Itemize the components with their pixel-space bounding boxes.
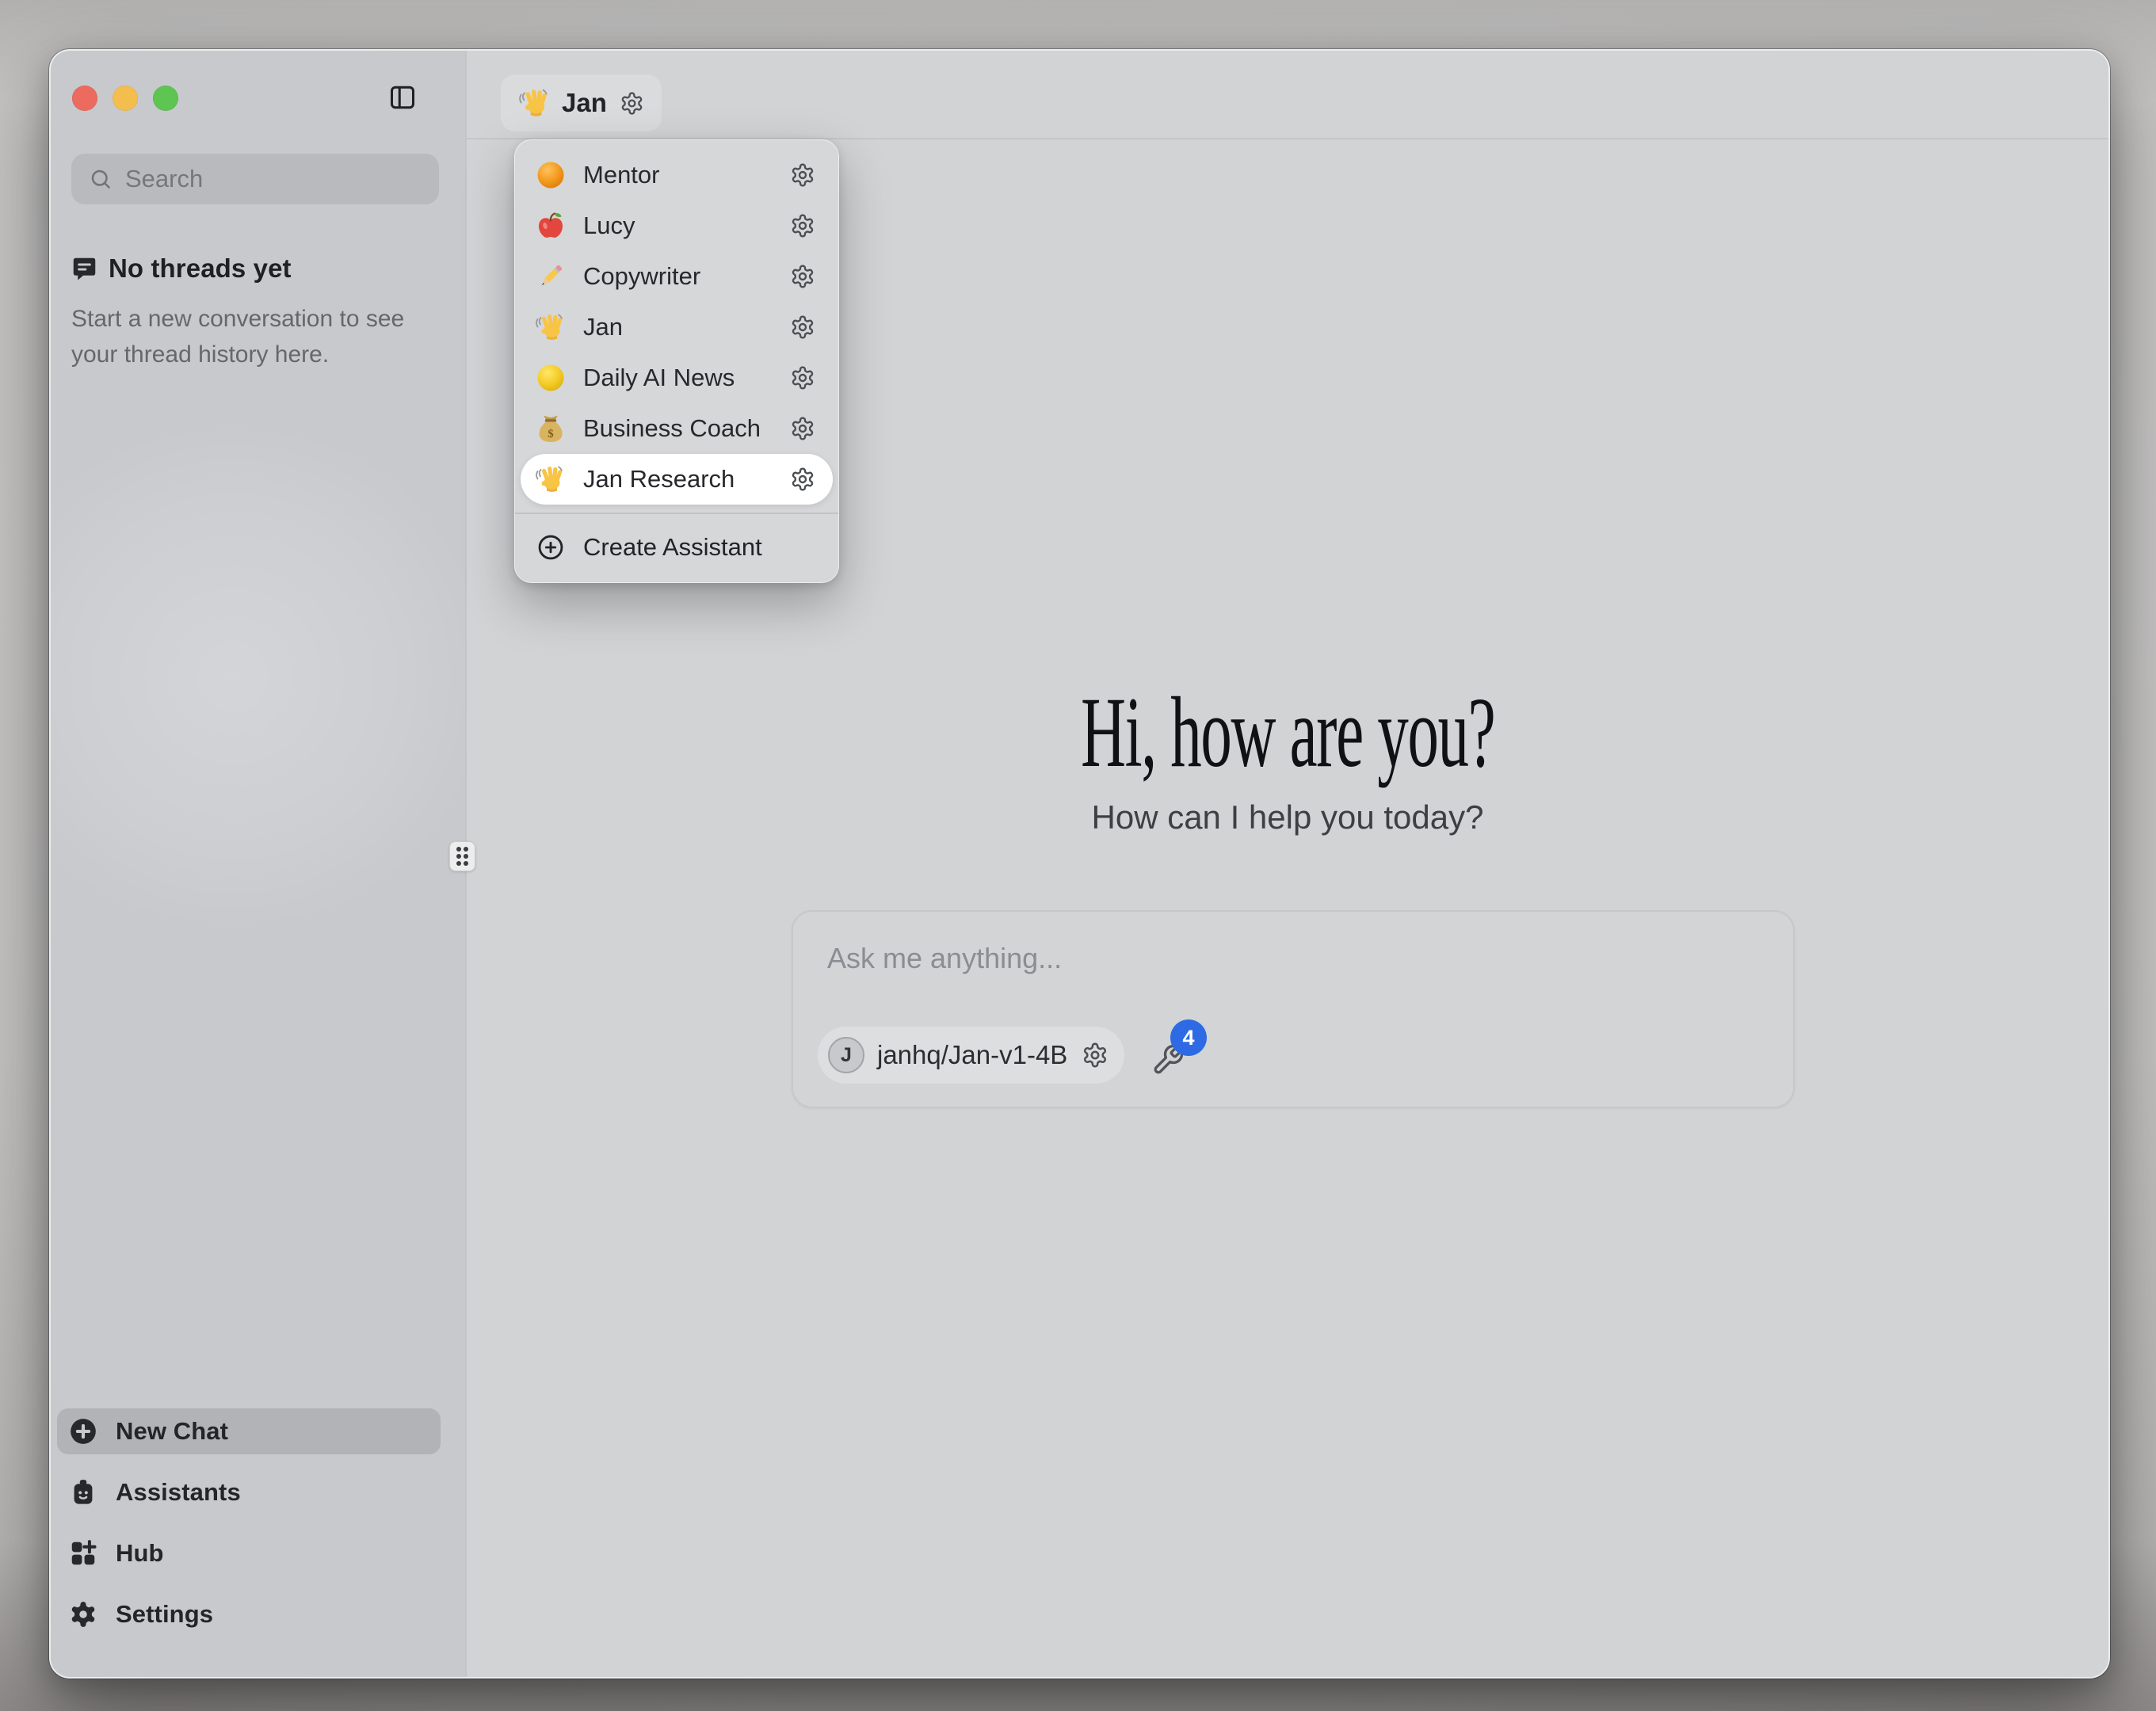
gear-icon[interactable]	[790, 162, 815, 188]
gear-icon	[68, 1599, 98, 1629]
assistant-menu-item-daily-ai-news[interactable]: Daily AI News	[521, 352, 833, 403]
plus-circle-icon	[536, 533, 565, 562]
assistant-menu-item-mentor[interactable]: Mentor	[521, 150, 833, 200]
assistant-menu-item-lucy[interactable]: Lucy	[521, 200, 833, 251]
assistant-menu-item-jan[interactable]: Jan	[521, 302, 833, 352]
traffic-lights	[72, 86, 178, 111]
create-assistant-button[interactable]: Create Assistant	[521, 522, 833, 573]
waving-hand-icon	[535, 311, 567, 343]
assistant-menu-item-jan-research[interactable]: Jan Research	[521, 454, 833, 505]
waving-hand-icon	[535, 463, 567, 495]
panel-left-icon	[388, 83, 417, 112]
empty-state-title: No threads yet	[109, 253, 292, 284]
main-area: Jan Mentor Lucy Copywriter	[467, 51, 2108, 1677]
gear-icon[interactable]	[790, 213, 815, 238]
tools-count-badge: 4	[1170, 1019, 1207, 1056]
gear-icon[interactable]	[790, 416, 815, 441]
money-bag-icon	[535, 413, 567, 444]
gear-icon[interactable]	[790, 365, 815, 391]
threads-empty-state: No threads yet Start a new conversation …	[71, 253, 428, 372]
menu-separator	[515, 513, 838, 514]
assistant-menu-item-copywriter[interactable]: Copywriter	[521, 251, 833, 302]
gear-icon[interactable]	[790, 264, 815, 289]
assistant-selector-button[interactable]: Jan	[501, 74, 662, 131]
desktop-background: Search No threads yet Start a new conver…	[0, 0, 2156, 1711]
sidebar-item-assistants[interactable]: Assistants	[57, 1469, 441, 1515]
sidebar: Search No threads yet Start a new conver…	[51, 51, 465, 1677]
yellow-circle-icon	[535, 362, 567, 394]
greeting-title: Hi, how are you?	[467, 681, 2108, 814]
empty-state-description: Start a new conversation to see your thr…	[71, 301, 428, 372]
sidebar-item-settings[interactable]: Settings	[57, 1591, 441, 1637]
chat-composer[interactable]: Ask me anything... J janhq/Jan-v1-4B 4	[792, 910, 1795, 1108]
maximize-window-button[interactable]	[153, 86, 178, 111]
model-name: janhq/Jan-v1-4B	[877, 1040, 1067, 1070]
model-selector-button[interactable]: J janhq/Jan-v1-4B	[818, 1027, 1124, 1084]
assistant-settings-icon[interactable]	[620, 91, 644, 116]
sidebar-resize-handle[interactable]	[449, 841, 475, 871]
composer-placeholder: Ask me anything...	[827, 942, 1062, 975]
gear-icon[interactable]	[790, 314, 815, 340]
model-settings-gear-icon[interactable]	[1082, 1042, 1109, 1069]
red-apple-icon	[535, 210, 567, 242]
minimize-window-button[interactable]	[113, 86, 138, 111]
grid-plus-icon	[68, 1538, 98, 1568]
assistant-selector-label: Jan	[562, 88, 607, 118]
empty-state-title-row: No threads yet	[71, 253, 428, 284]
tools-button[interactable]: 4	[1151, 1031, 1199, 1086]
greeting-subtitle: How can I help you today?	[467, 798, 2108, 836]
search-placeholder: Search	[125, 165, 203, 193]
plus-circle-icon	[68, 1416, 98, 1446]
jan-app-window: Search No threads yet Start a new conver…	[49, 49, 2110, 1679]
search-input[interactable]: Search	[71, 154, 439, 204]
assistant-menu-item-business-coach[interactable]: Business Coach	[521, 403, 833, 454]
pencil-icon	[535, 261, 567, 292]
sidebar-item-new-chat[interactable]: New Chat	[57, 1408, 441, 1454]
sidebar-toggle-button[interactable]	[387, 82, 418, 114]
close-window-button[interactable]	[72, 86, 97, 111]
search-icon	[89, 167, 113, 191]
orange-circle-icon	[535, 159, 567, 191]
message-square-icon	[71, 256, 97, 282]
gear-icon[interactable]	[790, 467, 815, 492]
assistant-menu: Mentor Lucy Copywriter Jan	[514, 139, 839, 583]
sidebar-bottom-nav: New Chat Assistants Hub Settings	[57, 1408, 441, 1637]
model-avatar: J	[828, 1037, 864, 1073]
robot-icon	[68, 1477, 98, 1507]
waving-hand-icon	[518, 86, 551, 120]
sidebar-item-hub[interactable]: Hub	[57, 1530, 441, 1576]
